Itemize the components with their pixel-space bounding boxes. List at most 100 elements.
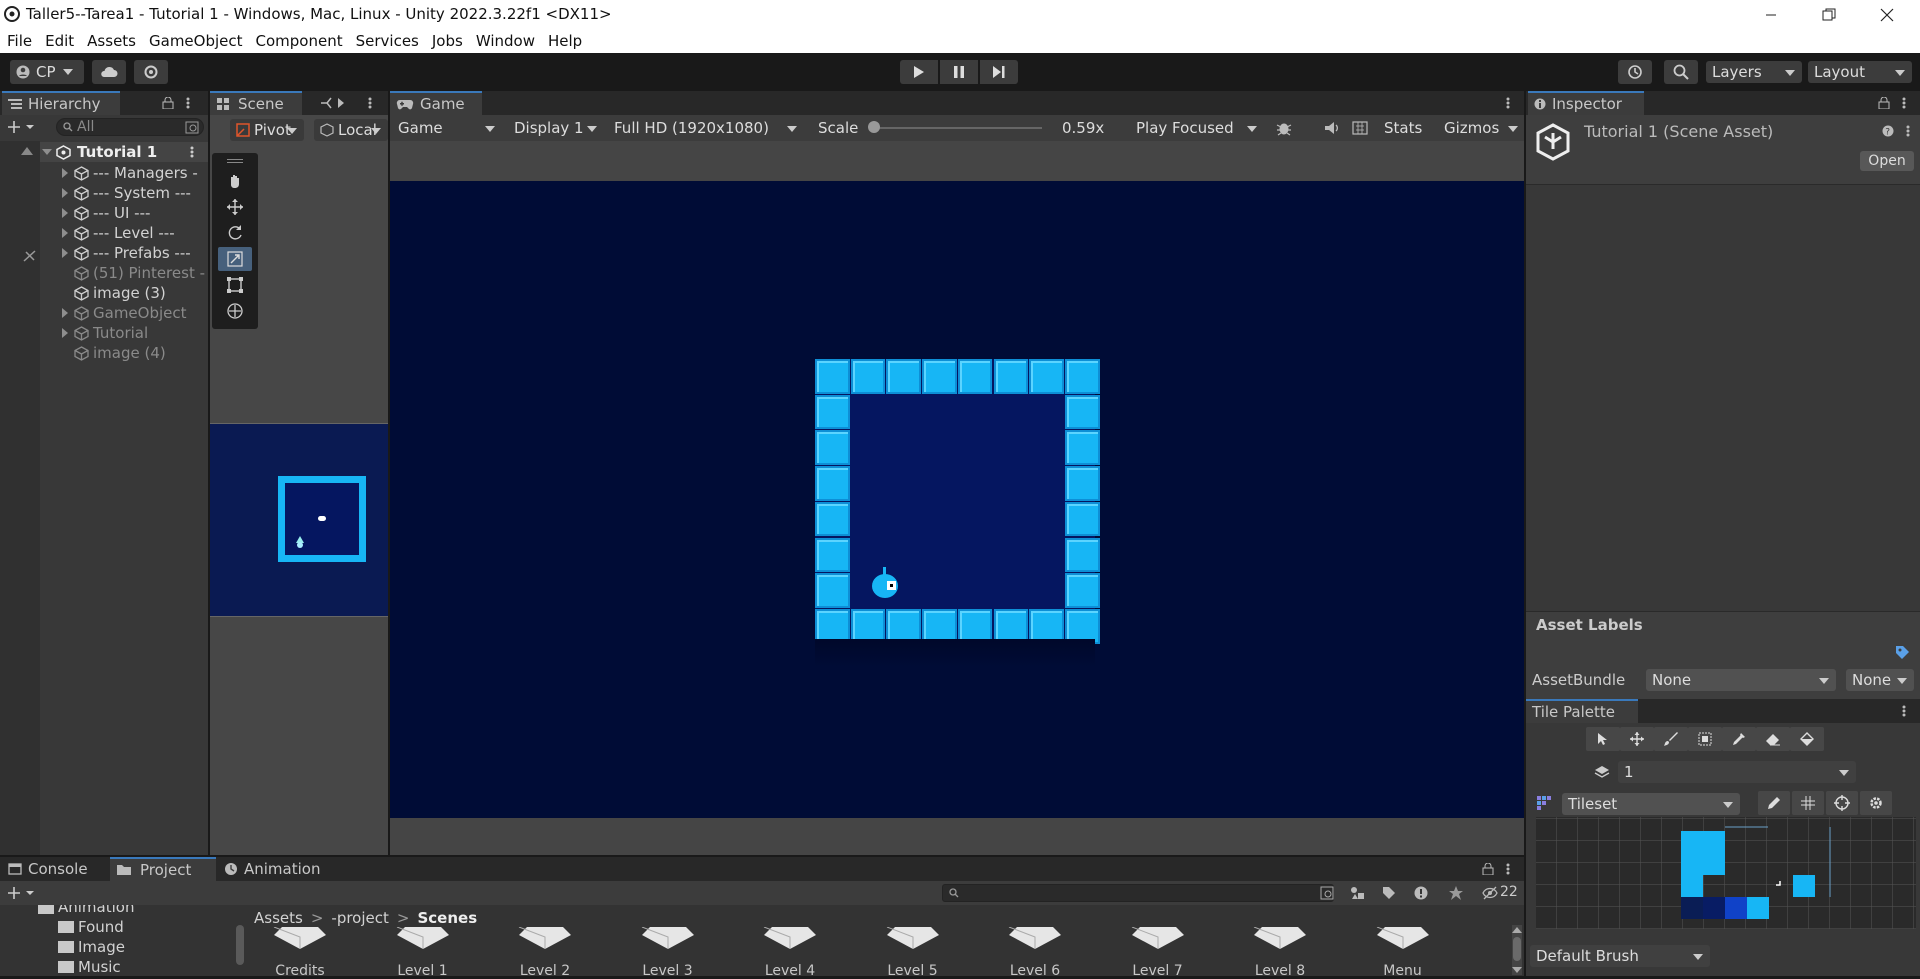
scene-view-viewport[interactable]	[210, 423, 388, 617]
scroll-down-icon[interactable]	[1512, 967, 1522, 973]
hierarchy-item[interactable]: image (3)	[62, 283, 208, 303]
scale-slider-handle[interactable]	[868, 121, 880, 133]
open-button[interactable]: Open	[1860, 151, 1914, 171]
paint-tool[interactable]	[1654, 727, 1688, 751]
add-icon[interactable]	[8, 887, 34, 899]
game-viewport[interactable]	[390, 181, 1524, 818]
folder-item[interactable]: Music	[58, 957, 121, 976]
gizmos-button[interactable]: Gizmos	[1444, 119, 1499, 137]
lock-icon[interactable]	[1878, 97, 1890, 109]
hierarchy-item[interactable]: GameObject	[62, 303, 208, 323]
kebab-menu-icon[interactable]	[368, 97, 372, 109]
label-tag-icon[interactable]	[1894, 644, 1910, 660]
restore-button[interactable]	[1806, 0, 1852, 29]
menu-window[interactable]: Window	[469, 29, 541, 53]
tilemap-layer-dropdown[interactable]: 1	[1618, 761, 1856, 783]
filter-label-icon[interactable]	[1382, 886, 1396, 900]
folder-scrollbar[interactable]	[236, 925, 244, 965]
kebab-menu-icon[interactable]	[186, 97, 190, 109]
minimize-button[interactable]	[1748, 0, 1794, 29]
menu-assets[interactable]: Assets	[80, 29, 142, 53]
gizmo-toggle-button[interactable]	[1826, 791, 1858, 815]
breadcrumb-assets[interactable]: Assets	[254, 909, 303, 927]
lock-icon[interactable]	[1482, 863, 1494, 875]
kebab-menu-icon[interactable]	[1506, 863, 1510, 875]
rotate-tool[interactable]	[218, 221, 252, 245]
warning-filter-icon[interactable]	[1414, 886, 1428, 900]
help-icon[interactable]: ?	[1882, 125, 1894, 137]
scene-visibility-icon[interactable]	[20, 145, 34, 157]
select-tool[interactable]	[1586, 727, 1620, 751]
favorite-star-icon[interactable]	[1448, 885, 1464, 901]
scene-asset-icon[interactable]	[1007, 927, 1063, 949]
box-fill-tool[interactable]	[1688, 727, 1722, 751]
expand-arrow-icon[interactable]	[62, 228, 68, 238]
expand-arrow-icon[interactable]	[62, 168, 68, 178]
scene-asset-icon[interactable]	[1252, 927, 1308, 949]
palette-grid[interactable]	[1536, 817, 1916, 929]
menu-help[interactable]: Help	[541, 29, 588, 53]
menu-gameobject[interactable]: GameObject	[142, 29, 249, 53]
hierarchy-item[interactable]: --- UI ---	[62, 203, 208, 223]
scene-asset-icon[interactable]	[395, 927, 451, 949]
display-dropdown[interactable]: Display 1	[508, 117, 604, 139]
expand-arrow-icon[interactable]	[42, 149, 52, 155]
resolution-dropdown[interactable]: Full HD (1920x1080)	[608, 117, 804, 139]
breadcrumb-project[interactable]: -project	[331, 909, 388, 927]
scale-tool[interactable]	[218, 247, 252, 271]
play-focused-dropdown[interactable]: Play Focused	[1130, 117, 1264, 139]
tab-animator[interactable]	[314, 91, 356, 115]
bug-icon[interactable]	[1276, 120, 1292, 136]
fill-tool[interactable]	[1790, 727, 1824, 751]
palette-move-tool[interactable]	[1620, 727, 1654, 751]
close-button[interactable]	[1864, 0, 1910, 29]
scene-asset-icon[interactable]	[640, 927, 696, 949]
keyboard-icon[interactable]	[1352, 121, 1368, 135]
hand-tool[interactable]	[218, 169, 252, 193]
hierarchy-item[interactable]: image (4)	[62, 343, 208, 363]
hidden-eye-icon[interactable]	[1482, 886, 1498, 900]
expand-arrow-icon[interactable]	[62, 328, 68, 338]
expand-arrow-icon[interactable]	[62, 308, 68, 318]
kebab-menu-icon[interactable]	[1902, 705, 1906, 717]
pause-button[interactable]	[940, 60, 978, 84]
overlay-handle[interactable]	[227, 159, 243, 163]
tab-tile-palette[interactable]: Tile Palette	[1526, 699, 1638, 723]
pickability-icon[interactable]	[22, 249, 38, 263]
tab-scene[interactable]: Scene	[210, 91, 302, 115]
erase-tool[interactable]	[1756, 727, 1790, 751]
scroll-up-icon[interactable]	[1512, 927, 1522, 933]
stats-button[interactable]: Stats	[1384, 119, 1422, 137]
picker-tool[interactable]	[1722, 727, 1756, 751]
kebab-menu-icon[interactable]	[190, 146, 194, 158]
history-button[interactable]	[1618, 60, 1652, 84]
palette-settings-button[interactable]	[1860, 791, 1892, 815]
menu-component[interactable]: Component	[249, 29, 349, 53]
scene-asset-icon[interactable]	[517, 927, 573, 949]
menu-jobs[interactable]: Jobs	[425, 29, 469, 53]
search-filter-icon[interactable]	[185, 121, 199, 134]
expand-arrow-icon[interactable]	[62, 208, 68, 218]
tab-project[interactable]: Project	[110, 857, 216, 881]
lock-icon[interactable]	[162, 97, 174, 109]
menu-file[interactable]: File	[0, 29, 38, 53]
tab-hierarchy[interactable]: Hierarchy	[2, 91, 120, 115]
scene-row[interactable]: Tutorial 1	[40, 142, 208, 162]
rect-tool[interactable]	[218, 273, 252, 297]
tab-game[interactable]: Game	[390, 91, 482, 115]
layout-dropdown[interactable]: Layout	[1808, 61, 1912, 83]
transform-tool[interactable]	[218, 299, 252, 323]
kebab-menu-icon[interactable]	[1906, 125, 1910, 137]
tab-animation[interactable]: Animation	[218, 857, 330, 881]
collab-button[interactable]	[134, 60, 168, 84]
move-tool[interactable]	[218, 195, 252, 219]
search-button[interactable]	[1664, 60, 1698, 84]
menu-edit[interactable]: Edit	[38, 29, 80, 53]
hierarchy-item[interactable]: --- Managers -	[62, 163, 208, 183]
step-button[interactable]	[980, 60, 1018, 84]
scene-asset-icon[interactable]	[762, 927, 818, 949]
hierarchy-item[interactable]: --- Level ---	[62, 223, 208, 243]
assetbundle-dropdown[interactable]: None	[1646, 669, 1836, 691]
assets-scrollbar[interactable]	[1512, 925, 1522, 975]
play-button[interactable]	[900, 60, 938, 84]
